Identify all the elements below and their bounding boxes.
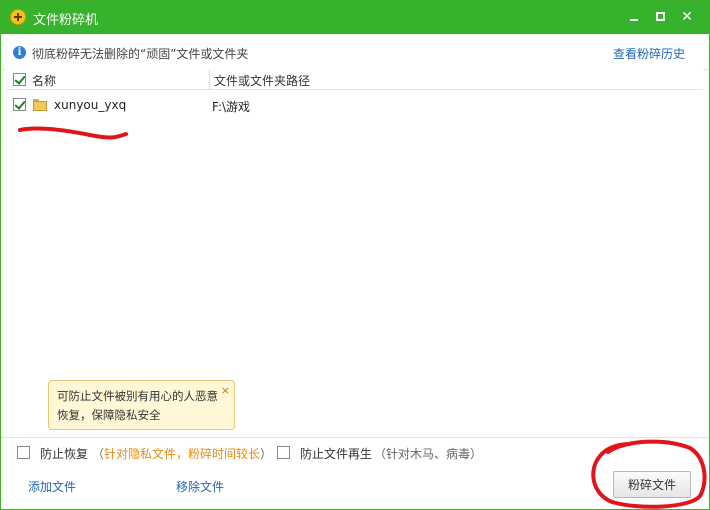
- prevent-restore-label[interactable]: 防止恢复: [40, 445, 88, 462]
- add-file-link[interactable]: 添加文件: [28, 478, 76, 495]
- info-text: 彻底粉碎无法删除的“顽固”文件或文件夹: [32, 47, 249, 61]
- info-bar: i 彻底粉碎无法删除的“顽固”文件或文件夹 查看粉碎历史: [1, 34, 709, 70]
- row-checkbox[interactable]: [13, 98, 26, 111]
- maximize-button[interactable]: [648, 5, 672, 29]
- file-shredder-window: 文件粉碎机 ✕ i 彻底粉碎无法删除的“顽固”文件或文件夹 查看粉碎历史 名称 …: [0, 0, 710, 510]
- close-button[interactable]: ✕: [675, 5, 699, 29]
- note-paren-open: （: [92, 447, 105, 461]
- prevent-restore-note-text: 针对隐私文件，粉碎时间较长: [104, 447, 261, 461]
- column-divider[interactable]: [209, 69, 210, 89]
- shred-options-bar: 防止恢复 （针对隐私文件，粉碎时间较长） 防止文件再生 （针对木马、病毒）: [1, 437, 709, 467]
- note-paren-close: ）: [260, 447, 273, 461]
- shredder-app-icon: [10, 9, 26, 25]
- tooltip-text-line2: 恢复，保障隐私安全: [57, 408, 161, 422]
- title-bar: 文件粉碎机 ✕: [1, 1, 709, 34]
- maximize-icon: [656, 12, 665, 21]
- remove-file-link[interactable]: 移除文件: [176, 478, 224, 495]
- prevent-regeneration-label[interactable]: 防止文件再生: [300, 445, 372, 462]
- window-title: 文件粉碎机: [33, 13, 99, 28]
- table-row[interactable]: xunyou_yxq F:\游戏: [6, 93, 703, 117]
- row-file-path: F:\游戏: [212, 100, 251, 114]
- folder-icon: [33, 99, 47, 111]
- file-table-header: 名称 文件或文件夹路径: [6, 69, 703, 90]
- minimize-button[interactable]: [622, 5, 646, 29]
- shred-files-button[interactable]: 粉碎文件: [613, 471, 691, 498]
- prevent-restore-tooltip: × 可防止文件被别有用心的人恶意 恢复，保障隐私安全: [48, 380, 235, 430]
- column-header-path[interactable]: 文件或文件夹路径: [214, 72, 310, 89]
- prevent-regeneration-note: （针对木马、病毒）: [374, 447, 483, 461]
- close-icon: ✕: [681, 9, 693, 25]
- bottom-action-bar: 添加文件 移除文件 粉碎文件: [1, 467, 709, 509]
- minimize-icon: [630, 19, 638, 21]
- info-icon: i: [13, 46, 26, 59]
- tooltip-text-line1: 可防止文件被别有用心的人恶意: [57, 389, 218, 403]
- column-header-name[interactable]: 名称: [32, 72, 56, 89]
- prevent-restore-checkbox[interactable]: [17, 446, 30, 459]
- tooltip-close-icon[interactable]: ×: [221, 381, 230, 400]
- select-all-checkbox[interactable]: [13, 73, 26, 86]
- row-file-name: xunyou_yxq: [54, 98, 127, 112]
- prevent-restore-note: （针对隐私文件，粉碎时间较长）: [92, 445, 272, 462]
- prevent-regeneration-checkbox[interactable]: [277, 446, 290, 459]
- view-shred-history-link[interactable]: 查看粉碎历史: [613, 45, 685, 62]
